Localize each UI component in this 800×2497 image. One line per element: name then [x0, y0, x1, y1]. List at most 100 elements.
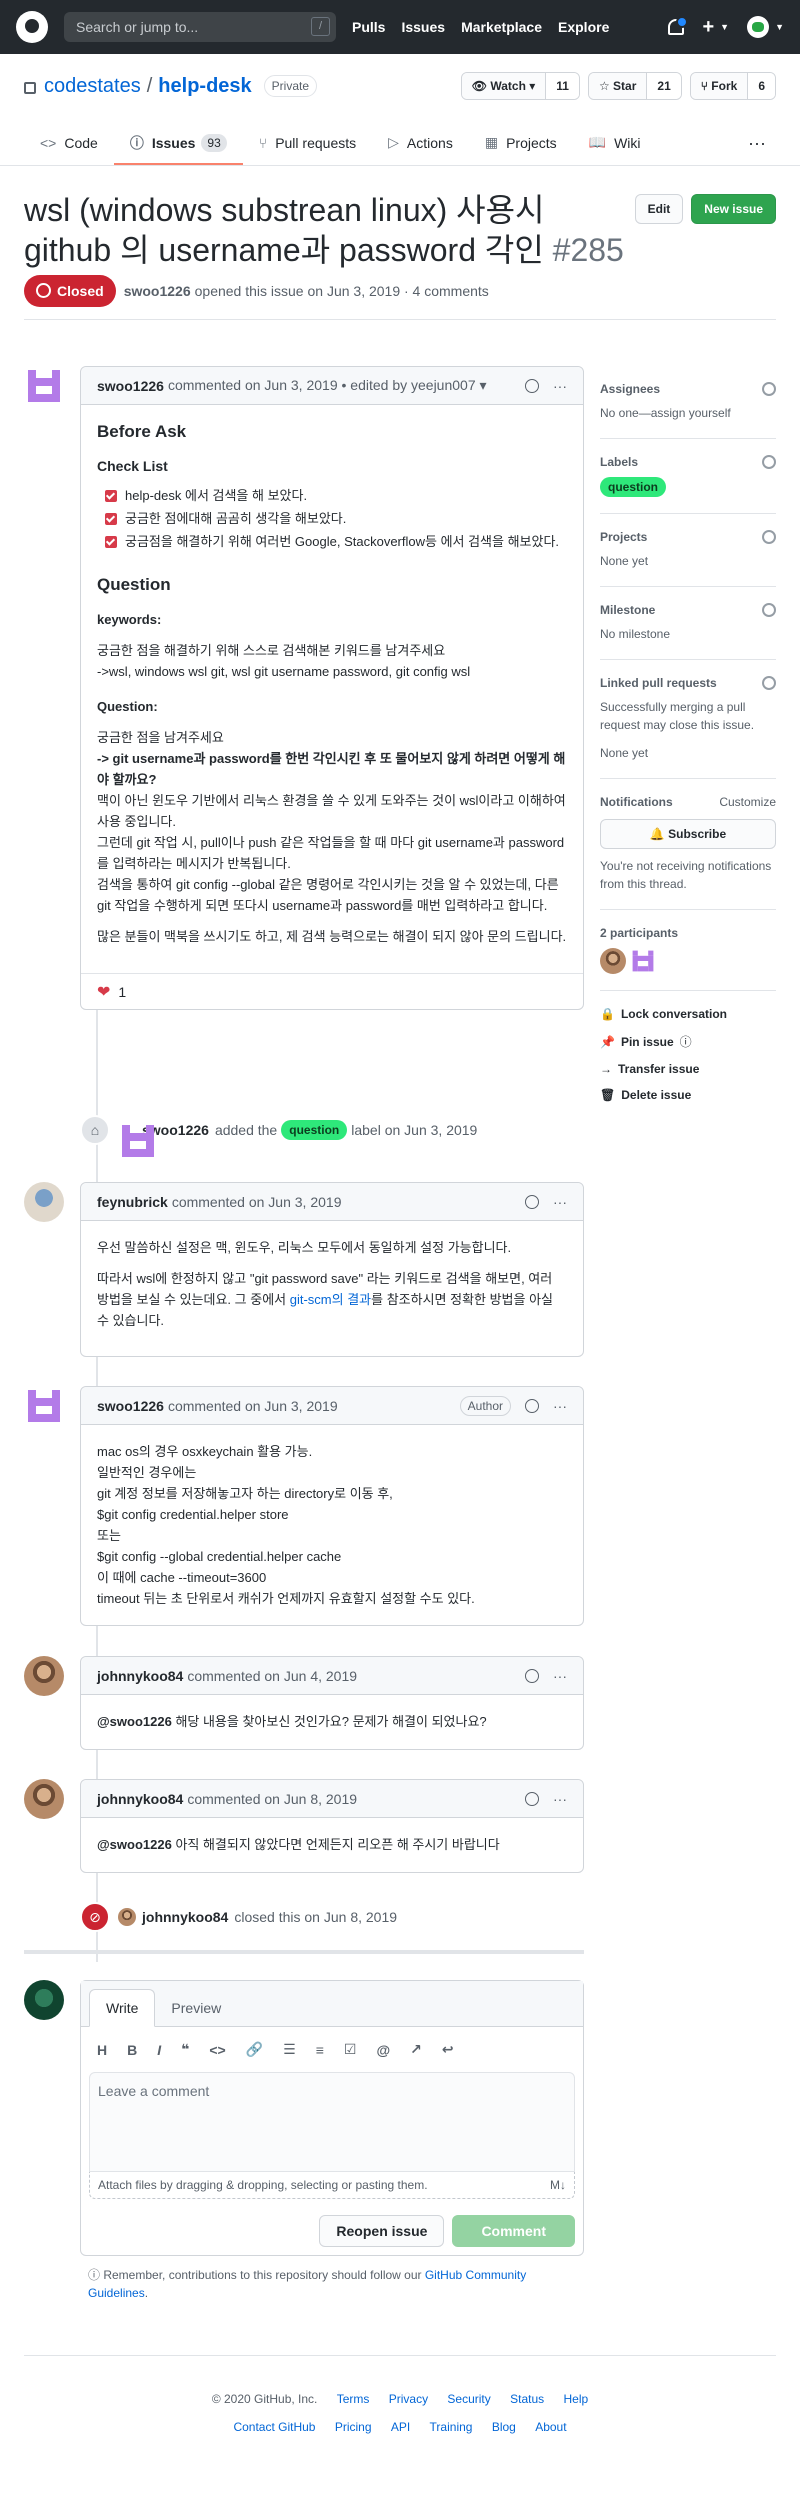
- gear-icon[interactable]: [762, 676, 776, 690]
- tab-preview[interactable]: Preview: [155, 1990, 237, 2026]
- participant-avatar[interactable]: [630, 948, 654, 972]
- comment-author[interactable]: swoo1226: [97, 378, 164, 394]
- comment-meta[interactable]: commented on Jun 3, 2019 • edited by yee…: [168, 377, 487, 394]
- issue-author-link[interactable]: swoo1226: [124, 283, 191, 299]
- footer-link[interactable]: Blog: [492, 2420, 516, 2434]
- footer-link[interactable]: Pricing: [335, 2420, 372, 2434]
- mention-icon[interactable]: @: [376, 2042, 390, 2058]
- task-list-icon[interactable]: ☑: [344, 2041, 357, 2058]
- fork-count[interactable]: 6: [747, 73, 775, 99]
- italic-icon[interactable]: I: [157, 2042, 161, 2058]
- numbered-list-icon[interactable]: ≡: [316, 2042, 324, 2058]
- reaction-heart[interactable]: ❤ 1: [81, 973, 583, 1009]
- comment-textarea[interactable]: Leave a comment: [89, 2072, 575, 2172]
- notifications-bell-icon[interactable]: [668, 16, 689, 35]
- watch-count[interactable]: 11: [545, 73, 579, 99]
- git-scm-link[interactable]: git-scm의 결과: [290, 1292, 371, 1307]
- kebab-menu-icon[interactable]: ···: [553, 1791, 567, 1807]
- tab-pull-requests[interactable]: ⑂ Pull requests: [243, 122, 372, 165]
- question-label[interactable]: question: [600, 477, 666, 497]
- add-reaction-icon[interactable]: [525, 378, 539, 393]
- footer-link[interactable]: About: [535, 2420, 566, 2434]
- comment-author[interactable]: johnnykoo84: [97, 1668, 183, 1684]
- avatar[interactable]: [118, 1908, 136, 1926]
- event-author[interactable]: johnnykoo84: [142, 1909, 228, 1925]
- markdown-icon[interactable]: M↓: [550, 2178, 566, 2192]
- comment-meta[interactable]: commented on Jun 3, 2019: [172, 1194, 342, 1210]
- more-tabs-icon[interactable]: ···: [738, 122, 776, 165]
- heading-icon[interactable]: H: [97, 2042, 107, 2058]
- quote-icon[interactable]: ❝: [181, 2041, 189, 2058]
- footer-link[interactable]: Status: [510, 2392, 544, 2406]
- add-reaction-icon[interactable]: [525, 1194, 539, 1209]
- edit-title-button[interactable]: Edit: [634, 194, 684, 224]
- attach-files-area[interactable]: Attach files by dragging & dropping, sel…: [89, 2172, 575, 2199]
- footer-link[interactable]: Security: [447, 2392, 490, 2406]
- gear-icon[interactable]: [762, 603, 776, 617]
- kebab-menu-icon[interactable]: ···: [553, 1398, 567, 1414]
- bold-icon[interactable]: B: [127, 2042, 137, 2058]
- comment-author[interactable]: feynubrick: [97, 1194, 168, 1210]
- question-label[interactable]: question: [281, 1120, 348, 1140]
- reopen-issue-button[interactable]: Reopen issue: [319, 2215, 445, 2247]
- sidebar-heading[interactable]: Milestone: [600, 603, 776, 617]
- repo-name-link[interactable]: help-desk: [158, 75, 251, 98]
- reply-icon[interactable]: ↩: [442, 2041, 454, 2058]
- kebab-menu-icon[interactable]: ···: [553, 378, 567, 394]
- search-input[interactable]: Search or jump to... /: [64, 12, 336, 42]
- add-reaction-icon[interactable]: [525, 1668, 539, 1683]
- tab-wiki[interactable]: 📖 Wiki: [573, 122, 657, 165]
- avatar[interactable]: [118, 1121, 154, 1157]
- footer-link[interactable]: API: [391, 2420, 410, 2434]
- footer-link[interactable]: Privacy: [389, 2392, 428, 2406]
- nav-pulls[interactable]: Pulls: [352, 19, 385, 35]
- comment-meta[interactable]: commented on Jun 3, 2019: [168, 1398, 338, 1414]
- tab-actions[interactable]: ▷ Actions: [372, 122, 469, 165]
- avatar[interactable]: [24, 366, 64, 406]
- kebab-menu-icon[interactable]: ···: [553, 1668, 567, 1684]
- mention-link[interactable]: @swoo1226: [97, 1714, 172, 1729]
- nav-issues[interactable]: Issues: [401, 19, 445, 35]
- gear-icon[interactable]: [762, 382, 776, 396]
- sidebar-heading[interactable]: Linked pull requests: [600, 676, 776, 690]
- watch-button[interactable]: 👁 Watch ▾ 11: [460, 72, 580, 100]
- gear-icon[interactable]: [762, 530, 776, 544]
- tab-projects[interactable]: ▦ Projects: [469, 122, 573, 165]
- comment-author[interactable]: swoo1226: [97, 1398, 164, 1414]
- assignees-value[interactable]: No one—assign yourself: [600, 404, 776, 422]
- sidebar-heading[interactable]: Assignees: [600, 382, 776, 396]
- footer-link[interactable]: Help: [564, 2392, 589, 2406]
- star-count[interactable]: 21: [646, 73, 681, 99]
- github-logo-icon[interactable]: [16, 11, 48, 43]
- cross-reference-icon[interactable]: ↗: [410, 2041, 422, 2058]
- footer-link[interactable]: Contact GitHub: [233, 2420, 315, 2434]
- fork-button[interactable]: ⑂ Fork 6: [689, 72, 776, 100]
- customize-link[interactable]: Customize: [719, 795, 776, 809]
- kebab-menu-icon[interactable]: ···: [553, 1194, 567, 1210]
- avatar[interactable]: [24, 1182, 64, 1222]
- sidebar-heading[interactable]: Labels: [600, 455, 776, 469]
- avatar[interactable]: [24, 1656, 64, 1696]
- star-button[interactable]: ☆ Star 21: [587, 72, 682, 100]
- avatar[interactable]: [24, 1386, 64, 1426]
- subscribe-button[interactable]: 🔔 Subscribe: [600, 819, 776, 849]
- transfer-issue-link[interactable]: → Transfer issue: [600, 1062, 776, 1076]
- add-reaction-icon[interactable]: [525, 1791, 539, 1806]
- link-icon[interactable]: 🔗: [246, 2041, 263, 2058]
- code-icon[interactable]: <>: [209, 2042, 225, 2058]
- participant-avatar[interactable]: [600, 948, 626, 974]
- tab-code[interactable]: <> Code: [24, 122, 114, 165]
- user-avatar-menu[interactable]: [747, 16, 770, 38]
- pin-issue-link[interactable]: 📌 Pin issue ⓘ: [600, 1033, 776, 1050]
- repo-owner-link[interactable]: codestates: [44, 75, 141, 98]
- avatar[interactable]: [24, 1779, 64, 1819]
- comment-meta[interactable]: commented on Jun 8, 2019: [187, 1791, 357, 1807]
- footer-link[interactable]: Terms: [337, 2392, 370, 2406]
- tab-issues[interactable]: ⓘ Issues 93: [113, 122, 243, 165]
- nav-marketplace[interactable]: Marketplace: [461, 19, 542, 35]
- nav-explore[interactable]: Explore: [558, 19, 609, 35]
- tab-write[interactable]: Write: [89, 1989, 156, 2027]
- lock-conversation-link[interactable]: 🔒 Lock conversation: [600, 1007, 776, 1021]
- add-reaction-icon[interactable]: [525, 1398, 539, 1413]
- gear-icon[interactable]: [762, 455, 776, 469]
